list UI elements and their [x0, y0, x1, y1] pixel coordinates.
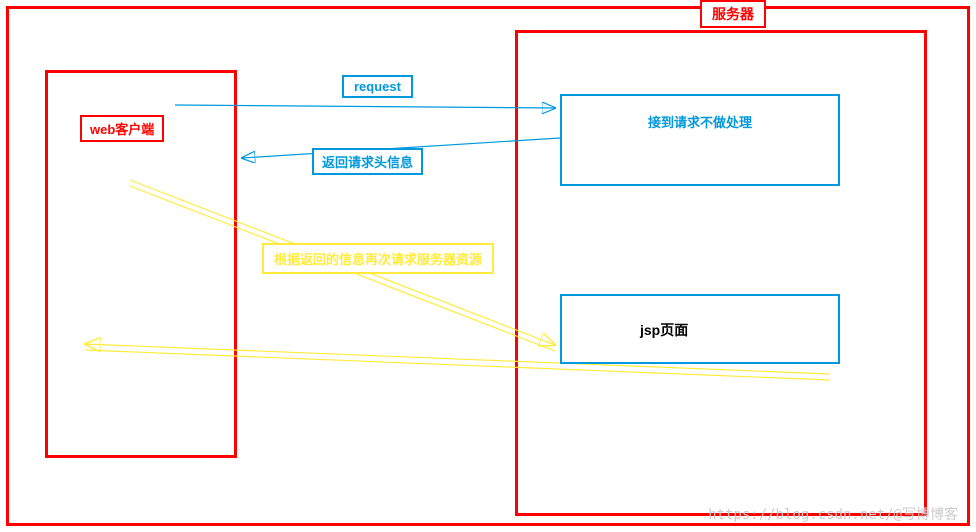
client-label: web客户端 [80, 115, 164, 142]
noprocess-box [560, 94, 840, 186]
jsp-label: jsp页面 [640, 320, 688, 340]
request-label: request [342, 75, 413, 98]
retry-request-label: 根据返回的信息再次请求服务器资源 [262, 243, 494, 274]
watermark-text: https://blog.csdn.net/@写博博客 [708, 504, 958, 524]
jsp-box [560, 294, 840, 364]
noprocess-label: 接到请求不做处理 [648, 112, 752, 131]
server-label: 服务器 [700, 0, 766, 28]
return-header-label: 返回请求头信息 [312, 148, 423, 175]
